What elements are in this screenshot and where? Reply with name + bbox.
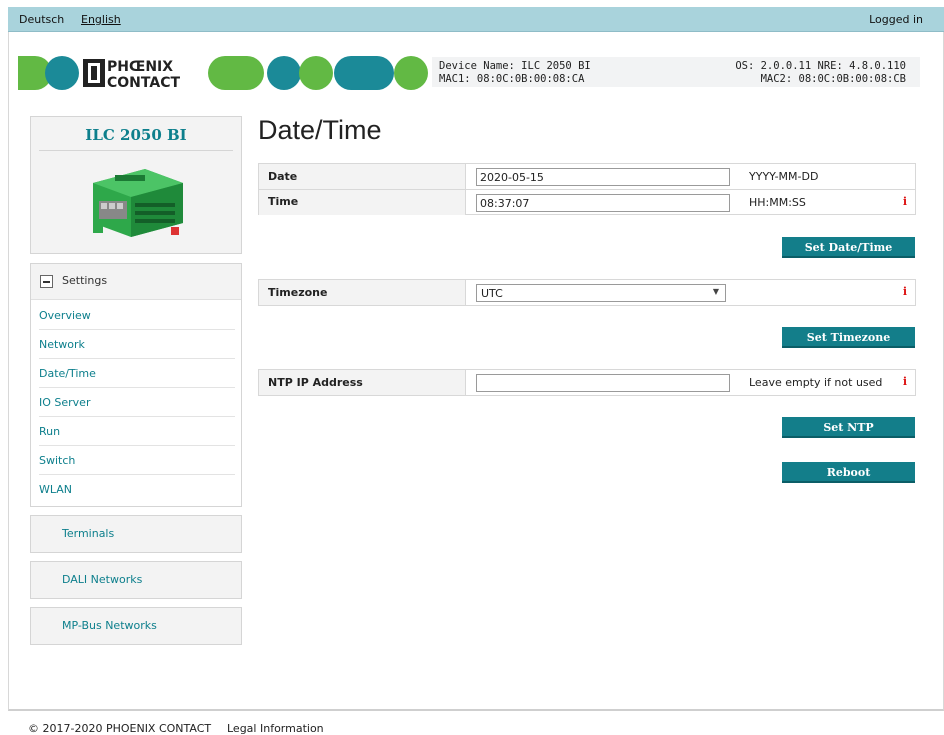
sidebar-section-mp-bus-networks[interactable]: MP-Bus Networks — [30, 607, 242, 645]
settings-panel: Settings Overview Network Date/Time IO S… — [30, 263, 242, 507]
date-label: Date — [259, 164, 466, 189]
chevron-down-icon: ▼ — [712, 287, 719, 296]
sidebar-item-io-server[interactable]: IO Server — [39, 388, 235, 417]
device-image — [93, 169, 183, 237]
sidebar-item-overview[interactable]: Overview — [39, 301, 235, 330]
language-link-deutsch[interactable]: Deutsch — [19, 13, 64, 26]
sidebar-item-wlan[interactable]: WLAN — [39, 475, 235, 504]
datetime-form: Date Time 2020-05-15 YYYY-MM-DD 08:37:07… — [258, 163, 916, 215]
ntp-label: NTP IP Address — [259, 370, 466, 395]
sidebar-item-run[interactable]: Run — [39, 417, 235, 446]
phoenix-contact-logo: PHŒNIX CONTACT — [18, 56, 428, 90]
ntp-row: NTP IP Address Leave empty if not used i — [258, 369, 916, 396]
set-timezone-button[interactable]: Set Timezone — [782, 327, 915, 348]
sidebar-item-datetime[interactable]: Date/Time — [39, 359, 235, 388]
time-format-hint: HH:MM:SS — [749, 196, 806, 209]
device-info-bar: Device Name: ILC 2050 BI MAC1: 08:0C:0B:… — [432, 57, 920, 87]
settings-header-label: Settings — [62, 274, 108, 287]
device-card-title: ILC 2050 BI — [85, 126, 187, 144]
sidebar-section-dali-networks[interactable]: DALI Networks — [30, 561, 242, 599]
time-info-icon[interactable]: i — [903, 195, 907, 208]
reboot-button[interactable]: Reboot — [782, 462, 915, 483]
timezone-select[interactable]: UTC ▼ — [476, 284, 726, 302]
page-title: Date/Time — [258, 115, 382, 145]
logo-text-line1: PHŒNIX — [107, 59, 173, 75]
time-label: Time — [259, 189, 466, 215]
set-ntp-button[interactable]: Set NTP — [782, 417, 915, 438]
logo-text-line2: CONTACT — [107, 75, 180, 90]
collapse-icon[interactable] — [40, 275, 53, 288]
timezone-selected-value: UTC — [481, 287, 503, 300]
settings-header[interactable]: Settings — [31, 264, 241, 300]
login-status: Logged in — [869, 13, 923, 26]
top-bar: Deutsch English Logged in — [8, 7, 944, 32]
set-datetime-button[interactable]: Set Date/Time — [782, 237, 915, 258]
date-input[interactable]: 2020-05-15 — [476, 168, 730, 186]
timezone-info-icon[interactable]: i — [903, 285, 907, 298]
footer-copyright: © 2017-2020 PHOENIX CONTACT — [28, 722, 212, 735]
footer-legal-link[interactable]: Legal Information — [227, 722, 324, 735]
sidebar-item-switch[interactable]: Switch — [39, 446, 235, 475]
device-card: ILC 2050 BI — [30, 116, 242, 254]
mac1-text: MAC1: 08:0C:0B:00:08:CA — [439, 73, 585, 85]
mac2-text: MAC2: 08:0C:0B:00:08:CB — [760, 73, 906, 85]
ntp-info-icon[interactable]: i — [903, 375, 907, 388]
device-name-text: Device Name: ILC 2050 BI — [439, 60, 591, 72]
ntp-ip-input[interactable] — [476, 374, 730, 392]
language-link-english[interactable]: English — [81, 13, 121, 26]
timezone-label: Timezone — [259, 280, 466, 305]
timezone-row: Timezone UTC ▼ i — [258, 279, 916, 306]
sidebar-section-terminals[interactable]: Terminals — [30, 515, 242, 553]
os-version-text: OS: 2.0.0.11 NRE: 4.8.0.110 — [735, 60, 906, 72]
date-format-hint: YYYY-MM-DD — [749, 170, 819, 183]
sidebar-item-network[interactable]: Network — [39, 330, 235, 359]
ntp-hint: Leave empty if not used — [749, 376, 883, 389]
time-input[interactable]: 08:37:07 — [476, 194, 730, 212]
